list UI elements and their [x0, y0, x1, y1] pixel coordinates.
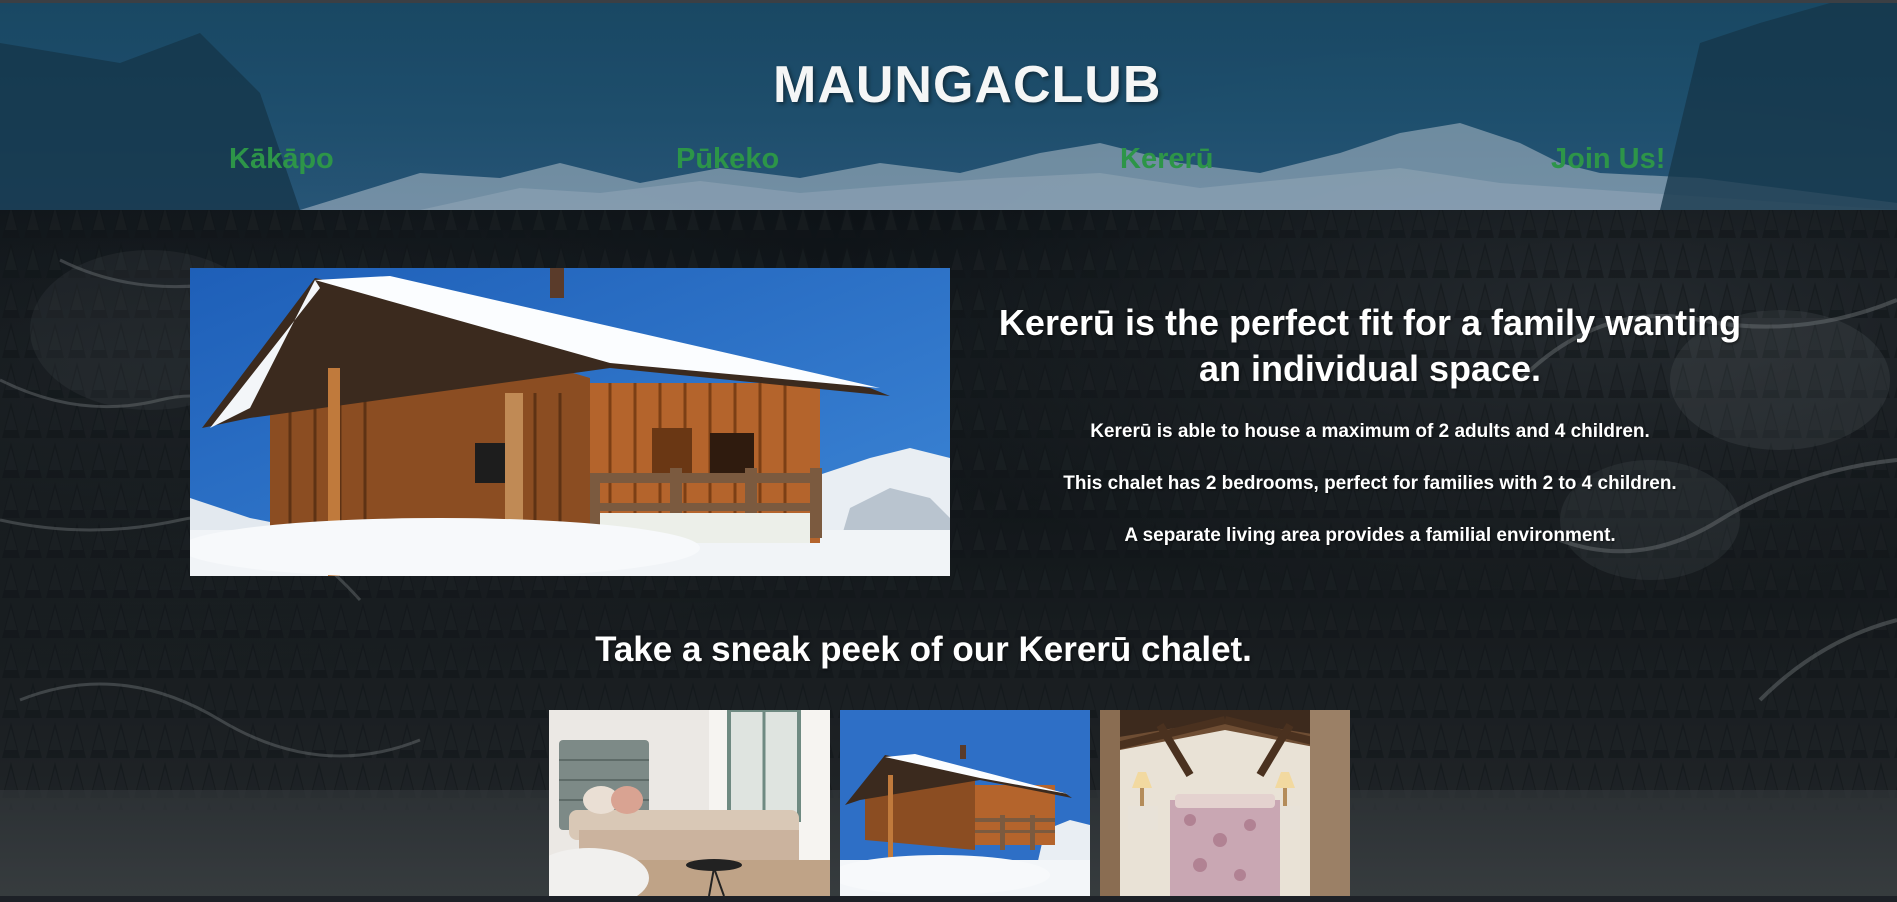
nav-link-kereru[interactable]: Kererū — [1120, 143, 1214, 176]
chalet-intro: Kererū is the perfect fit for a family w… — [990, 300, 1750, 576]
nav-link-pukeko[interactable]: Pūkeko — [676, 143, 779, 176]
logo-wordmark: MAUNGACLUB — [773, 56, 1162, 114]
intro-paragraph: A separate living area provides a famili… — [1124, 525, 1616, 546]
page: MAUNGACLUB Kākāpo Pūkeko Kererū Join Us! — [0, 0, 1897, 902]
intro-paragraph: This chalet has 2 bedrooms, perfect for … — [1063, 473, 1677, 494]
gallery-thumbnail-bedroom[interactable] — [549, 710, 830, 896]
gallery-thumbnail-attic-bedroom[interactable] — [1100, 710, 1350, 896]
window-bottom-border — [0, 896, 1897, 902]
nav-link-join-us[interactable]: Join Us! — [1551, 143, 1665, 176]
intro-paragraph: Kererū is able to house a maximum of 2 a… — [1090, 421, 1650, 442]
site-header: MAUNGACLUB Kākāpo Pūkeko Kererū Join Us! — [0, 3, 1897, 210]
window-top-border — [0, 0, 1897, 3]
nav-link-kakapo[interactable]: Kākāpo — [229, 143, 334, 176]
gallery-heading: Take a sneak peek of our Kererū chalet. — [595, 630, 1252, 669]
main-nav: Kākāpo Pūkeko Kererū Join Us! — [0, 143, 1897, 183]
gallery-thumbnail-chalet-exterior[interactable] — [840, 710, 1090, 896]
chalet-hero-image — [190, 268, 950, 576]
intro-heading: Kererū is the perfect fit for a family w… — [998, 302, 1742, 389]
site-logo[interactable]: MAUNGACLUB — [773, 21, 1160, 121]
